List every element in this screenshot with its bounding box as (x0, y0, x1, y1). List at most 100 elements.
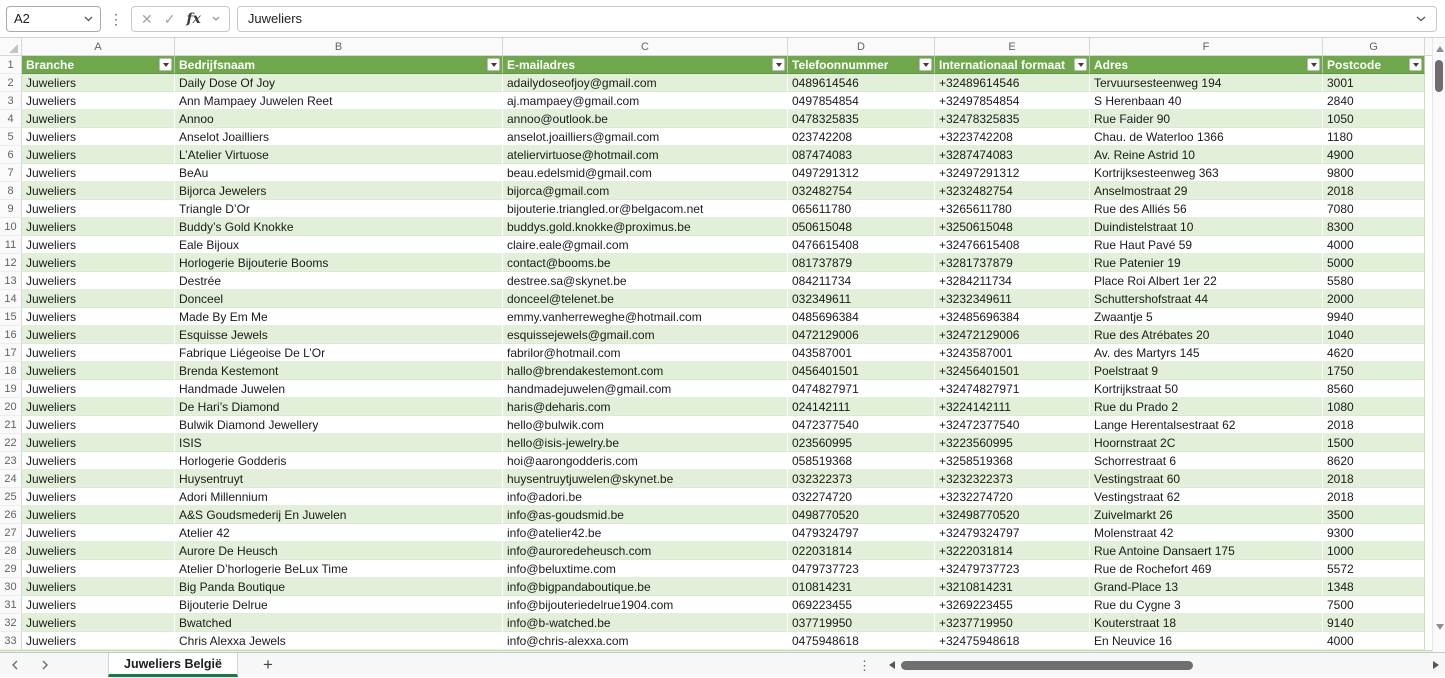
cell[interactable]: Juweliers (22, 470, 175, 488)
cell[interactable]: 9300 (1323, 524, 1425, 542)
cell[interactable]: Buddy’s Gold Knokke (175, 218, 503, 236)
add-sheet-button[interactable]: + (238, 653, 298, 677)
cell[interactable]: Rue des Atrébates 20 (1090, 326, 1323, 344)
column-letter-G[interactable]: G (1323, 38, 1425, 55)
vertical-scrollbar-thumb[interactable] (1435, 60, 1443, 92)
row-number-7[interactable]: 7 (0, 164, 22, 182)
cell[interactable]: +3237719950 (935, 614, 1090, 632)
cell[interactable]: Kortrijkstraat 50 (1090, 380, 1323, 398)
cell[interactable]: Juweliers (22, 614, 175, 632)
cell[interactable]: Juweliers (22, 434, 175, 452)
cell[interactable]: info@auroredeheusch.com (503, 542, 788, 560)
cell[interactable]: info@as-goudsmid.be (503, 506, 788, 524)
insert-function-icon[interactable]: fx (186, 11, 200, 27)
cell[interactable]: Esquisse Jewels (175, 326, 503, 344)
cell[interactable]: Made By Em Me (175, 308, 503, 326)
cell[interactable]: ISIS (175, 434, 503, 452)
cell[interactable]: adailydoseofjoy@gmail.com (503, 74, 788, 92)
cell[interactable]: Brenda Kestemont (175, 362, 503, 380)
cell[interactable]: handmadejuwelen@gmail.com (503, 380, 788, 398)
cell[interactable]: info@b-watched.be (503, 614, 788, 632)
cell[interactable]: Juweliers (22, 236, 175, 254)
cell[interactable]: Chris Alexxa Jewels (175, 632, 503, 650)
cell[interactable]: 1348 (1323, 578, 1425, 596)
cell[interactable]: 050615048 (788, 218, 935, 236)
cell[interactable]: Av. Reine Astrid 10 (1090, 146, 1323, 164)
row-number-27[interactable]: 27 (0, 524, 22, 542)
cell[interactable]: BeAu (175, 164, 503, 182)
next-sheet-button[interactable] (30, 660, 60, 670)
cell[interactable]: 8300 (1323, 218, 1425, 236)
cell[interactable]: 3001 (1323, 74, 1425, 92)
cell[interactable]: Juweliers (22, 254, 175, 272)
filter-button[interactable] (1409, 58, 1422, 71)
column-letter-D[interactable]: D (788, 38, 935, 55)
row-number-19[interactable]: 19 (0, 380, 22, 398)
cell[interactable]: 0472129006 (788, 326, 935, 344)
cell[interactable]: Adori Millennium (175, 488, 503, 506)
cell[interactable]: Juweliers (22, 74, 175, 92)
cell[interactable]: Bijouterie Delrue (175, 596, 503, 614)
cell[interactable]: Kouterstraat 18 (1090, 614, 1323, 632)
expand-formula-bar-icon[interactable] (1416, 16, 1426, 22)
cell[interactable]: 9140 (1323, 614, 1425, 632)
cell[interactable]: Juweliers (22, 506, 175, 524)
cell[interactable]: 032322373 (788, 470, 935, 488)
cell[interactable]: +3232274720 (935, 488, 1090, 506)
cell[interactable]: 0498770520 (788, 506, 935, 524)
cell[interactable]: Fabrique Liégeoise De L’Or (175, 344, 503, 362)
cell[interactable]: Handmade Juwelen (175, 380, 503, 398)
cell[interactable]: contact@booms.be (503, 254, 788, 272)
cell[interactable]: +32456401501 (935, 362, 1090, 380)
cell[interactable]: 0497291312 (788, 164, 935, 182)
filter-button[interactable] (919, 58, 932, 71)
cell[interactable]: 0475948618 (788, 632, 935, 650)
cell[interactable]: Lange Herentalsestraat 62 (1090, 416, 1323, 434)
row-number-14[interactable]: 14 (0, 290, 22, 308)
row-number-16[interactable]: 16 (0, 326, 22, 344)
cell[interactable]: +3287474083 (935, 146, 1090, 164)
cell[interactable]: Hoornstraat 2C (1090, 434, 1323, 452)
row-number-32[interactable]: 32 (0, 614, 22, 632)
cell[interactable]: Molenstraat 42 (1090, 524, 1323, 542)
cell[interactable]: +32497291312 (935, 164, 1090, 182)
header-cell-2[interactable]: Bedrijfsnaam (175, 56, 503, 74)
cell[interactable]: Juweliers (22, 398, 175, 416)
row-number-22[interactable]: 22 (0, 434, 22, 452)
row-number-3[interactable]: 3 (0, 92, 22, 110)
cell[interactable]: Juweliers (22, 128, 175, 146)
cell[interactable]: 9800 (1323, 164, 1425, 182)
cell[interactable]: Chau. de Waterloo 1366 (1090, 128, 1323, 146)
cell[interactable]: Rue de Rochefort 469 (1090, 560, 1323, 578)
row-number-12[interactable]: 12 (0, 254, 22, 272)
cell[interactable]: Juweliers (22, 290, 175, 308)
cancel-icon[interactable]: ✕ (141, 12, 153, 26)
cell[interactable]: 5580 (1323, 272, 1425, 290)
cell[interactable]: Bulwik Diamond Jewellery (175, 416, 503, 434)
vertical-scrollbar[interactable] (1432, 38, 1445, 652)
cell[interactable]: +32479324797 (935, 524, 1090, 542)
cell[interactable]: hello@bulwik.com (503, 416, 788, 434)
cell[interactable]: 1750 (1323, 362, 1425, 380)
cell[interactable]: emmy.vanherreweghe@hotmail.com (503, 308, 788, 326)
sheet-tab-juweliers-belgie[interactable]: Juweliers België (108, 653, 238, 677)
cell[interactable]: Poelstraat 9 (1090, 362, 1323, 380)
cell[interactable]: Juweliers (22, 200, 175, 218)
cell[interactable]: Aurore De Heusch (175, 542, 503, 560)
cell[interactable]: Juweliers (22, 92, 175, 110)
cell[interactable]: 081737879 (788, 254, 935, 272)
column-letter-C[interactable]: C (503, 38, 788, 55)
row-number-26[interactable]: 26 (0, 506, 22, 524)
cell[interactable]: 8560 (1323, 380, 1425, 398)
row-number-4[interactable]: 4 (0, 110, 22, 128)
cell[interactable]: 023560995 (788, 434, 935, 452)
row-number-11[interactable]: 11 (0, 236, 22, 254)
formula-input[interactable]: Juweliers (236, 5, 1437, 32)
cell[interactable]: Juweliers (22, 488, 175, 506)
cell[interactable]: Rue Haut Pavé 59 (1090, 236, 1323, 254)
cell[interactable]: 043587001 (788, 344, 935, 362)
cell[interactable]: Huysentruyt (175, 470, 503, 488)
cell[interactable]: 032274720 (788, 488, 935, 506)
row-number-33[interactable]: 33 (0, 632, 22, 650)
cell[interactable]: +3250615048 (935, 218, 1090, 236)
